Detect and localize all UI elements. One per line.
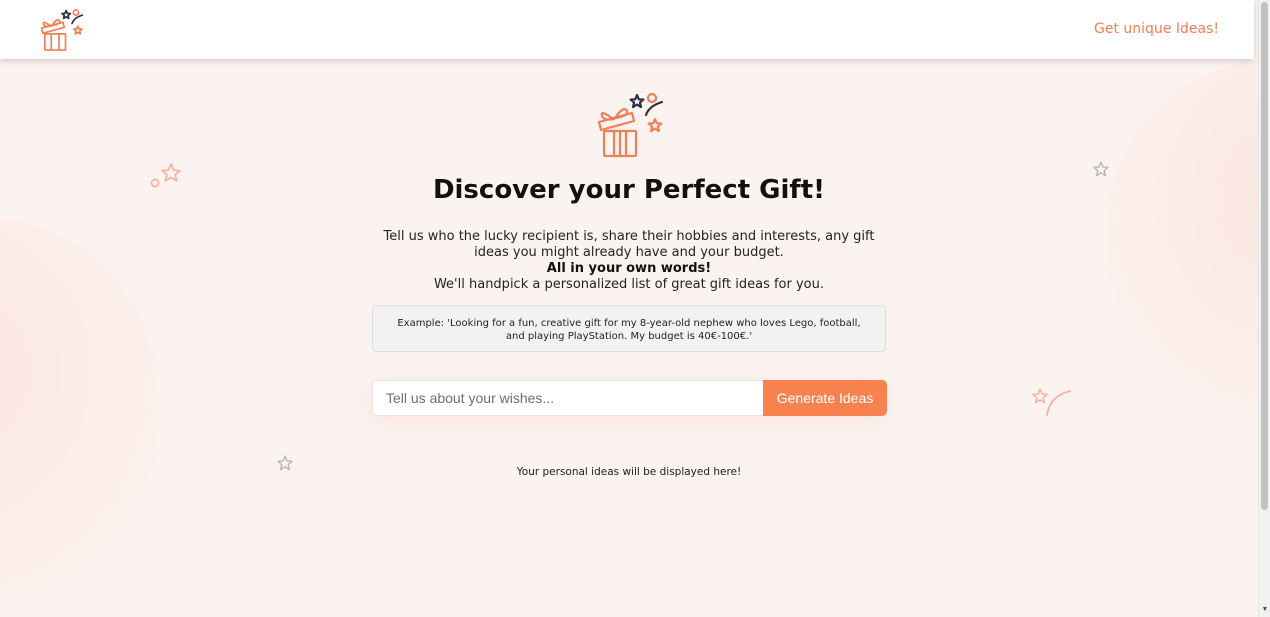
get-unique-ideas-link[interactable]: Get unique Ideas! — [1094, 21, 1219, 37]
example-text: Example: 'Looking for a fun, creative gi… — [397, 318, 861, 342]
results-placeholder: Your personal ideas will be displayed he… — [516, 466, 742, 478]
intro-line: We'll handpick a personalized list of gr… — [433, 277, 825, 292]
hero-gift-box-icon — [597, 92, 664, 158]
decor-star-swoosh-icon — [1032, 388, 1071, 416]
example-box: Example: 'Looking for a fun, creative gi… — [372, 305, 886, 352]
intro-text: Tell us who the lucky recipient is, shar… — [370, 229, 888, 293]
wish-form: Generate Ideas — [372, 380, 887, 416]
page-background: Discover your Perfect Gift! Tell us who … — [0, 0, 1258, 617]
background-blob-right — [1105, 60, 1258, 410]
scrollbar-thumb[interactable] — [1261, 2, 1268, 510]
page-title: Discover your Perfect Gift! — [432, 175, 826, 205]
intro-line: Tell us who the lucky recipient is, shar… — [383, 229, 875, 260]
background-blob-left — [0, 220, 160, 600]
scrollbar[interactable]: ▼ — [1258, 0, 1270, 617]
intro-emphasis: All in your own words! — [546, 261, 712, 276]
generate-ideas-button[interactable]: Generate Ideas — [763, 380, 887, 416]
logo-gift-box-icon[interactable] — [38, 8, 84, 52]
scroll-down-arrow-icon[interactable]: ▼ — [1260, 605, 1270, 615]
navbar: Get unique Ideas! — [0, 0, 1254, 59]
wish-input[interactable] — [372, 380, 763, 416]
